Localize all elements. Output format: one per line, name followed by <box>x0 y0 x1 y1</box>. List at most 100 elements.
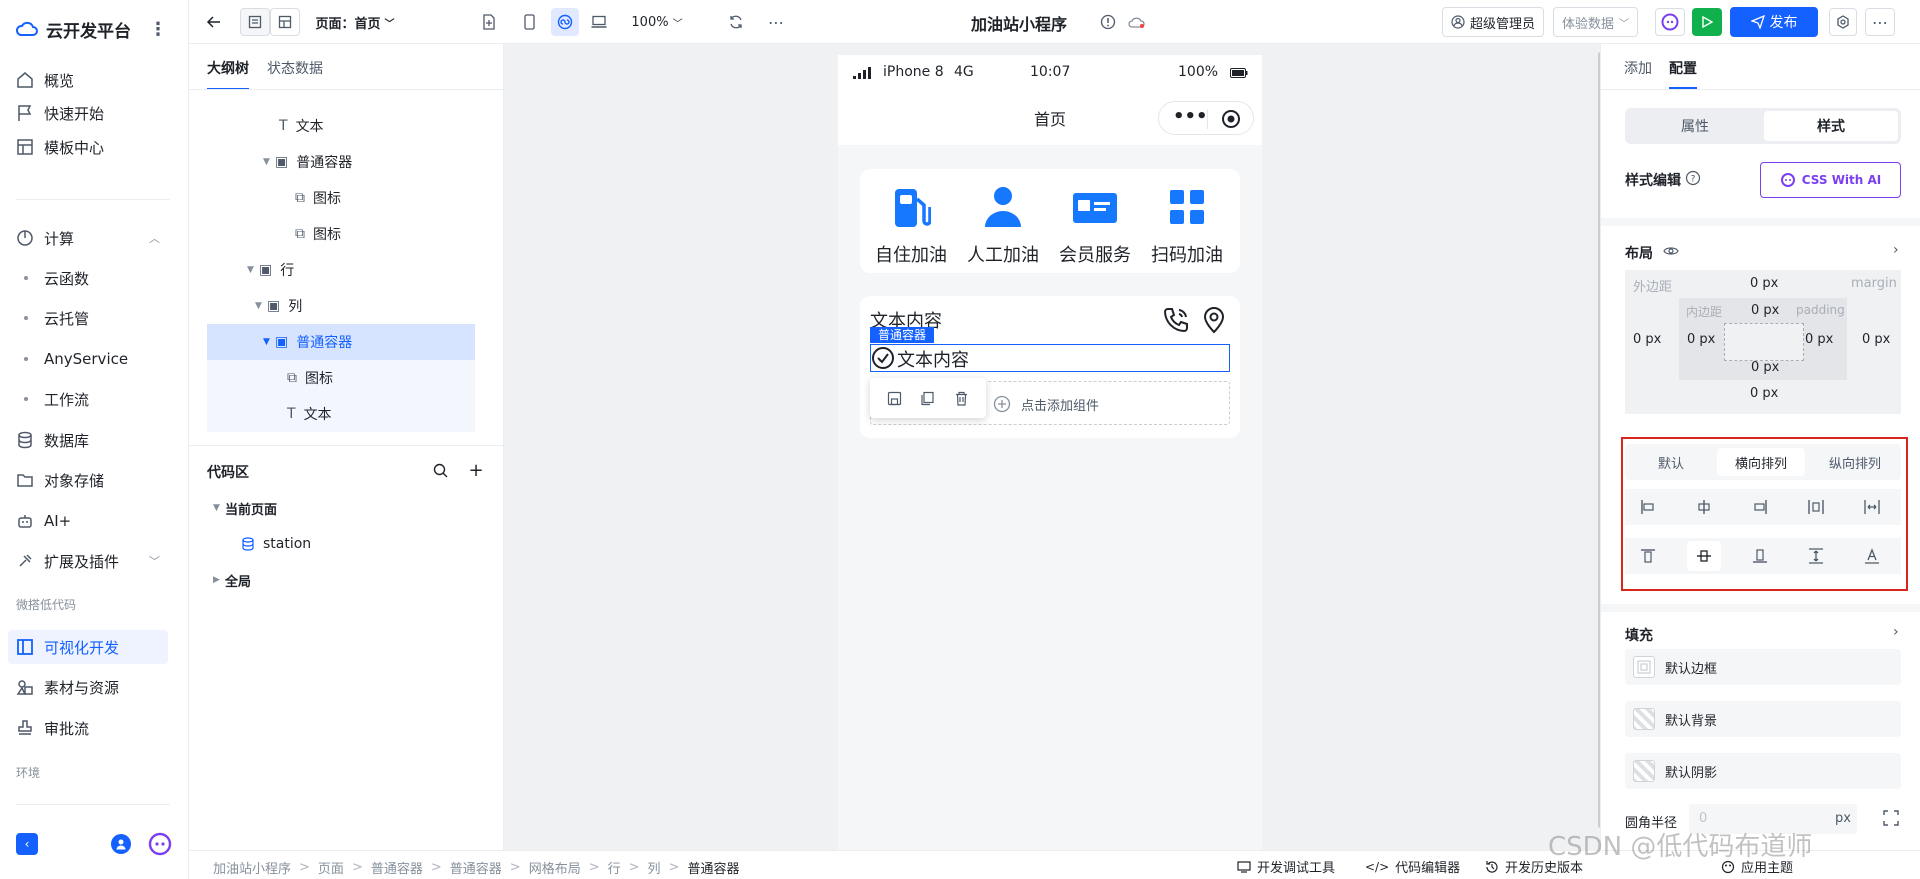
nav-item-visual-dev[interactable]: 可视化开发 <box>8 630 168 664</box>
cloud-sync-icon[interactable] <box>1125 8 1149 36</box>
close-circle-icon[interactable] <box>1221 109 1241 129</box>
ai-assistant-icon[interactable] <box>148 832 172 856</box>
chevron-right-icon[interactable]: › <box>1893 624 1899 640</box>
selected-container[interactable]: 文本内容 <box>870 344 1230 372</box>
breadcrumb-item[interactable]: 列 <box>648 858 661 877</box>
nav-item-quickstart[interactable]: 快速开始 <box>8 96 168 130</box>
chevron-right-icon[interactable]: › <box>1893 242 1899 258</box>
back-arrow-icon[interactable] <box>202 8 226 36</box>
tree-node-text[interactable]: T 文本 <box>207 396 475 432</box>
person-icon[interactable] <box>958 185 1048 229</box>
nav-item-database[interactable]: 数据库 <box>8 423 168 457</box>
fill-row-background[interactable]: 默认背景 <box>1625 701 1901 737</box>
info-icon[interactable] <box>1096 8 1120 36</box>
member-card-icon[interactable] <box>1050 185 1140 229</box>
page-selector[interactable]: 页面：首页 ﹀ <box>313 8 397 36</box>
breadcrumb-item[interactable]: 页面 <box>318 858 344 877</box>
tab-add[interactable]: 添加 <box>1624 58 1652 78</box>
margin-bottom-value[interactable]: 0 px <box>1750 386 1778 401</box>
tree-node-column[interactable]: ▼ ▣ 列 <box>207 288 475 324</box>
justify-end-icon[interactable] <box>1751 498 1769 516</box>
fuel-pump-icon[interactable] <box>866 185 956 229</box>
breadcrumb-item[interactable]: 普通容器 <box>371 858 423 877</box>
caret-down-icon[interactable]: ▼ <box>213 503 225 513</box>
caret-down-icon[interactable]: ▼ <box>255 301 267 311</box>
more-horizontal-icon[interactable]: ⋯ <box>762 8 790 36</box>
align-stretch-icon[interactable] <box>1807 547 1825 565</box>
tree-node-icon[interactable]: ⧉ 图标 <box>207 216 475 252</box>
margin-left-value[interactable]: 0 px <box>1633 332 1661 347</box>
nav-item-workflow[interactable]: 工作流 <box>8 382 168 416</box>
tree-node-container-selected[interactable]: ▼ ▣ 普通容器 <box>207 324 475 360</box>
fill-row-shadow[interactable]: 默认阴影 <box>1625 753 1901 789</box>
segment-properties[interactable]: 属性 <box>1628 111 1762 141</box>
search-icon[interactable] <box>430 460 450 480</box>
code-current-page[interactable]: ▼ 当前页面 <box>207 490 475 526</box>
justify-center-icon[interactable] <box>1695 498 1713 516</box>
padding-left-value[interactable]: 0 px <box>1687 332 1715 347</box>
code-editor-button[interactable]: </> 代码编辑器 <box>1365 857 1460 877</box>
breadcrumb-item[interactable]: 加油站小程序 <box>213 858 291 877</box>
publish-button[interactable]: 发布 <box>1730 7 1818 37</box>
align-bottom-icon[interactable] <box>1751 547 1769 565</box>
layout-mode-vertical[interactable]: 纵向排列 <box>1809 444 1901 480</box>
page-list-icon[interactable] <box>240 8 270 36</box>
desktop-view-icon[interactable] <box>585 8 613 36</box>
ai-assistant-icon[interactable] <box>1655 8 1685 36</box>
run-preview-button[interactable] <box>1692 8 1722 36</box>
more-horizontal-icon[interactable]: ⋯ <box>1865 8 1895 36</box>
nav-item-overview[interactable]: 概览 <box>8 63 168 97</box>
user-avatar-icon[interactable] <box>111 834 131 854</box>
nav-item-anyservice[interactable]: AnyService <box>8 342 168 376</box>
more-vertical-icon[interactable]: ⋮ <box>149 19 167 40</box>
admin-role-button[interactable]: 超级管理员 <box>1442 7 1545 37</box>
segment-style[interactable]: 样式 <box>1764 111 1898 141</box>
fill-row-border[interactable]: 默认边框 <box>1625 649 1901 685</box>
tree-node-icon[interactable]: ⧉ 图标 <box>207 180 475 216</box>
location-pin-icon[interactable] <box>1202 306 1226 334</box>
save-icon[interactable] <box>887 391 902 406</box>
align-baseline-icon[interactable] <box>1863 547 1881 565</box>
caret-down-icon[interactable]: ▼ <box>247 265 259 275</box>
grid-icon[interactable] <box>1142 185 1232 229</box>
caret-down-icon[interactable]: ▼ <box>263 157 275 167</box>
caret-right-icon[interactable]: ▶ <box>213 575 225 585</box>
expand-corners-icon[interactable] <box>1883 810 1899 826</box>
more-dots-icon[interactable]: ••• <box>1173 106 1208 127</box>
justify-space-between-icon[interactable] <box>1863 498 1881 516</box>
layout-grid-icon[interactable] <box>270 8 300 36</box>
code-item-station[interactable]: station <box>207 526 475 562</box>
tree-node-text[interactable]: T 文本 <box>207 108 475 144</box>
copy-icon[interactable] <box>920 391 935 406</box>
nav-item-compute[interactable]: 计算 ︿ <box>8 221 168 255</box>
padding-top-value[interactable]: 0 px <box>1751 303 1779 318</box>
nav-item-cloud-function[interactable]: 云函数 <box>8 261 168 295</box>
delete-icon[interactable] <box>954 391 969 406</box>
tab-state-data[interactable]: 状态数据 <box>267 58 323 78</box>
settings-gear-icon[interactable] <box>1829 8 1857 36</box>
breadcrumb-item[interactable]: 普通容器 <box>450 858 502 877</box>
tree-node-icon[interactable]: ⧉ 图标 <box>207 360 475 396</box>
capsule-menu[interactable]: ••• <box>1158 101 1254 135</box>
refresh-icon[interactable] <box>722 8 750 36</box>
layout-mode-horizontal[interactable]: 横向排列 <box>1717 448 1805 476</box>
caret-down-icon[interactable]: ▼ <box>263 337 275 347</box>
zoom-selector[interactable]: 100% ﹀ <box>629 8 685 36</box>
nav-item-ai[interactable]: AI+ <box>8 504 168 538</box>
breadcrumb-item-current[interactable]: 普通容器 <box>687 858 739 877</box>
breadcrumb-item[interactable]: 网格布局 <box>529 858 581 877</box>
justify-space-around-icon[interactable] <box>1807 498 1825 516</box>
align-top-icon[interactable] <box>1639 547 1657 565</box>
new-page-icon[interactable] <box>475 8 503 36</box>
margin-top-value[interactable]: 0 px <box>1750 276 1778 291</box>
collapse-sidebar-icon[interactable]: ‹ <box>16 833 38 855</box>
phone-call-icon[interactable] <box>1162 306 1190 334</box>
tab-outline-tree[interactable]: 大纲树 <box>207 58 249 90</box>
help-icon[interactable]: ? <box>1685 170 1701 186</box>
mobile-view-icon[interactable] <box>515 8 543 36</box>
nav-item-cloud-run[interactable]: 云托管 <box>8 301 168 335</box>
brand[interactable]: 云开发平台 ⋮ <box>16 14 167 44</box>
tree-node-row[interactable]: ▼ ▣ 行 <box>207 252 475 288</box>
nav-item-assets[interactable]: 素材与资源 <box>8 670 168 704</box>
nav-item-extensions[interactable]: 扩展及插件 ﹀ <box>8 544 168 578</box>
